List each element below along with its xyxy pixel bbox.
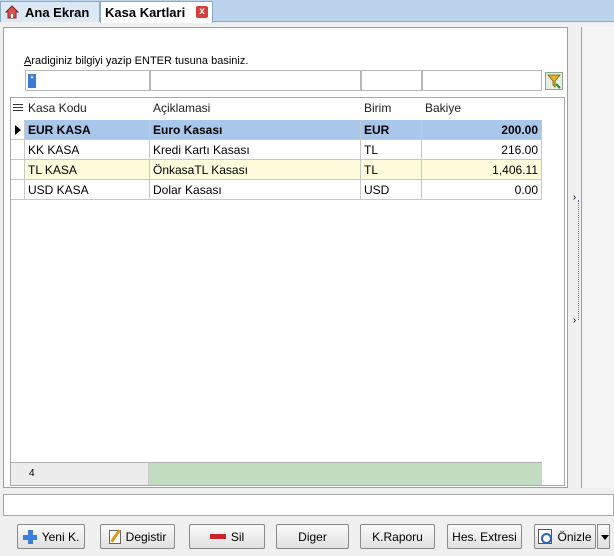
tab-bar: Ana Ekran Kasa Kartlari x <box>0 0 614 23</box>
column-chooser-icon[interactable] <box>11 98 25 119</box>
main-panel: Aradiginiz bilgiyi yazip ENTER tusuna ba… <box>3 27 568 488</box>
expand-right-icon-2[interactable]: › <box>570 316 579 326</box>
button-label: Hes. Extresi <box>452 529 517 544</box>
filter-icon[interactable] <box>545 72 563 90</box>
kasa-raporu-button[interactable]: K.Raporu <box>360 524 435 549</box>
detail-panel-collapsed <box>583 27 614 488</box>
cell-bakiye[interactable]: 200.00 <box>422 120 542 140</box>
record-count: 4 <box>11 463 149 485</box>
cell-kasa-kodu[interactable]: EUR KASA <box>25 120 150 140</box>
current-row-arrow-icon <box>15 125 21 135</box>
table-row[interactable]: KK KASA Kredi Kartı Kasası TL 216.00 <box>11 140 542 160</box>
button-label: Önizle <box>557 529 592 544</box>
column-header-aciklama[interactable]: Açiklamasi <box>150 98 361 119</box>
close-icon[interactable]: x <box>196 6 208 18</box>
cell-aciklama[interactable]: Dolar Kasası <box>150 180 361 200</box>
tab-kasa-kartlari[interactable]: Kasa Kartlari x <box>100 1 213 23</box>
table-row[interactable]: USD KASA Dolar Kasası USD 0.00 <box>11 180 542 200</box>
tab-ana-ekran[interactable]: Ana Ekran <box>0 1 100 22</box>
button-label: Diger <box>298 529 327 544</box>
cell-kasa-kodu[interactable]: USD KASA <box>25 180 150 200</box>
button-label: Sil <box>230 529 245 544</box>
minus-icon <box>209 534 226 539</box>
cell-birim[interactable]: USD <box>361 180 422 200</box>
cell-aciklama[interactable]: Kredi Kartı Kasası <box>150 140 361 160</box>
search-input-bakiye[interactable] <box>422 70 542 91</box>
plus-icon <box>22 529 37 544</box>
column-header-birim[interactable]: Birim <box>361 98 422 119</box>
button-label: Yeni K. <box>41 529 80 544</box>
table-row[interactable]: TL KASA ÖnkasaTL Kasası TL 1,406.11 <box>11 160 542 180</box>
diger-button[interactable]: Diger <box>276 524 349 549</box>
cell-kasa-kodu[interactable]: TL KASA <box>25 160 150 180</box>
status-bar <box>3 494 614 516</box>
row-indicator <box>11 180 25 200</box>
table-row[interactable]: EUR KASA Euro Kasası EUR 200.00 <box>11 120 542 140</box>
yeni-kayit-button[interactable]: Yeni K. <box>17 524 85 549</box>
cell-kasa-kodu[interactable]: KK KASA <box>25 140 150 160</box>
search-input-aciklama[interactable] <box>150 70 361 91</box>
cell-birim[interactable]: TL <box>361 140 422 160</box>
cell-bakiye[interactable]: 1,406.11 <box>422 160 542 180</box>
hesap-extresi-button[interactable]: Hes. Extresi <box>447 524 522 549</box>
cell-birim[interactable]: TL <box>361 160 422 180</box>
kasa-grid: Kasa Kodu Açiklamasi Birim Bakiye EUR KA… <box>10 97 565 486</box>
side-splitter: › › <box>568 27 582 488</box>
print-preview-icon <box>538 529 553 544</box>
row-indicator <box>11 120 25 140</box>
search-input-birim[interactable] <box>361 70 422 91</box>
row-indicator <box>11 160 25 180</box>
text-caret: * <box>28 74 36 88</box>
cell-birim[interactable]: EUR <box>361 120 422 140</box>
column-header-bakiye[interactable]: Bakiye <box>422 98 542 119</box>
onizle-dropdown-arrow[interactable] <box>597 524 610 549</box>
grid-header: Kasa Kodu Açiklamasi Birim Bakiye <box>11 98 564 119</box>
home-icon <box>5 5 19 19</box>
cell-bakiye[interactable]: 0.00 <box>422 180 542 200</box>
column-header-kasa-kodu[interactable]: Kasa Kodu <box>25 98 150 119</box>
tab-label: Ana Ekran <box>25 4 90 20</box>
splitter-handle[interactable] <box>578 200 579 320</box>
degistir-button[interactable]: Degistir <box>100 524 175 549</box>
grid-footer: 4 <box>11 462 542 485</box>
button-bar: Yeni K. Degistir Sil Diger K.Raporu Hes.… <box>0 518 614 556</box>
row-indicator <box>11 140 25 160</box>
edit-icon <box>108 529 121 544</box>
tab-label: Kasa Kartlari <box>105 5 186 20</box>
sil-button[interactable]: Sil <box>189 524 265 549</box>
button-label: Degistir <box>125 529 167 544</box>
onizle-button[interactable]: Önizle <box>534 524 596 549</box>
search-input-kasa-kodu[interactable]: * <box>25 70 150 91</box>
cell-aciklama[interactable]: Euro Kasası <box>150 120 361 140</box>
cell-aciklama[interactable]: ÖnkasaTL Kasası <box>150 160 361 180</box>
footer-summary-band <box>149 463 542 485</box>
button-label: K.Raporu <box>372 529 423 544</box>
cell-bakiye[interactable]: 216.00 <box>422 140 542 160</box>
search-hint: Aradiginiz bilgiyi yazip ENTER tusuna ba… <box>24 55 249 67</box>
